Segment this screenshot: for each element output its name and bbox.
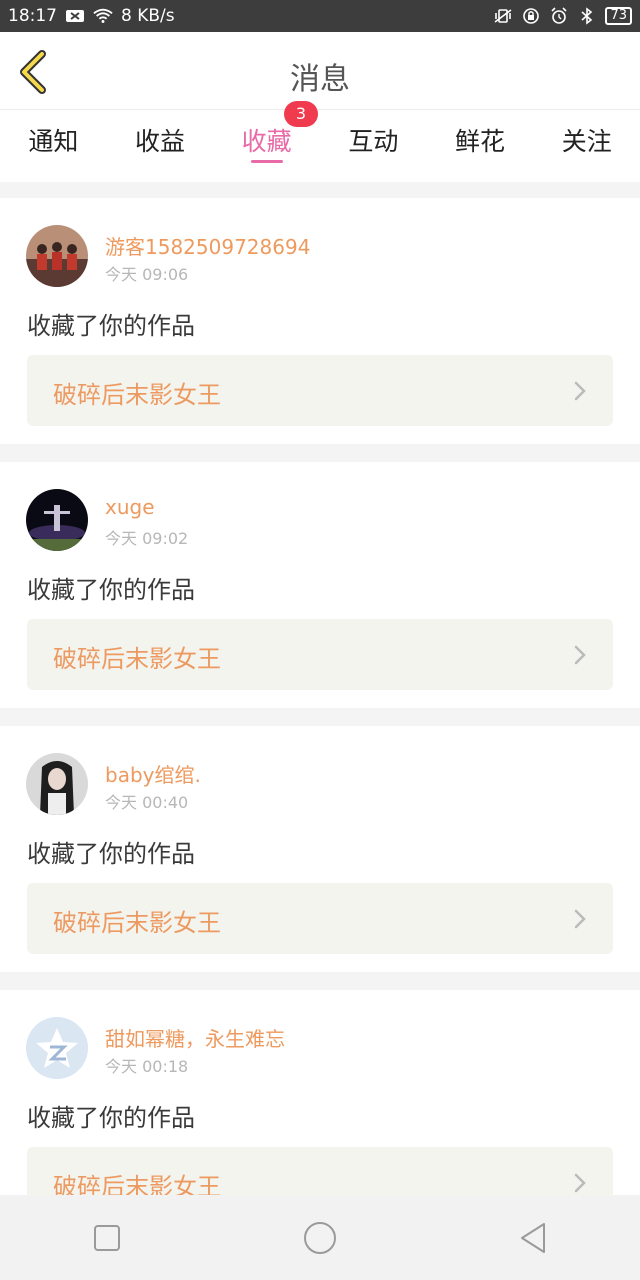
tab-flowers[interactable]: 鲜花: [427, 110, 534, 182]
page-title: 消息: [290, 62, 350, 97]
wifi-icon: [93, 8, 113, 24]
message-time: 今天 00:18: [105, 1057, 189, 1076]
message-card: baby绾绾. 今天 00:40 收藏了你的作品 破碎后末影女王: [0, 726, 640, 972]
message-action: 收藏了你的作品: [27, 840, 195, 868]
tab-notifications[interactable]: 通知: [0, 110, 107, 182]
vibrate-icon: [493, 8, 513, 24]
work-link[interactable]: 破碎后末影女王: [27, 883, 613, 954]
work-link[interactable]: 破碎后末影女王: [27, 619, 613, 690]
message-time: 今天 09:06: [105, 265, 189, 284]
message-time: 今天 00:40: [105, 793, 189, 812]
app-header: 消息: [0, 32, 640, 110]
username[interactable]: baby绾绾.: [105, 759, 201, 788]
triangle-back-icon: [521, 1222, 546, 1253]
chevron-right-icon: [574, 645, 586, 665]
tab-follows[interactable]: 关注: [533, 110, 640, 182]
chevron-right-icon: [574, 909, 586, 929]
status-time: 18:17: [8, 6, 57, 26]
tab-bar: 通知 收益 收藏 互动 鲜花 关注: [0, 110, 640, 182]
chevron-right-icon: [574, 1173, 586, 1193]
message-action: 收藏了你的作品: [27, 1104, 195, 1132]
tab-earnings[interactable]: 收益: [107, 110, 214, 182]
bluetooth-icon: [577, 7, 597, 25]
user-avatar[interactable]: [26, 753, 88, 815]
message-action: 收藏了你的作品: [27, 312, 195, 340]
tab-interactions[interactable]: 互动: [320, 110, 427, 182]
home-button[interactable]: [290, 1208, 350, 1268]
message-list: 游客1582509728694 今天 09:06 收藏了你的作品 破碎后末影女王…: [0, 198, 640, 1254]
username[interactable]: 甜如幂糖，永生难忘: [105, 1023, 285, 1052]
alarm-icon: [549, 7, 569, 24]
work-title: 破碎后末影女王: [53, 381, 221, 409]
circle-icon: [303, 1221, 336, 1254]
user-avatar[interactable]: [26, 489, 88, 551]
username[interactable]: xuge: [105, 495, 155, 519]
work-title: 破碎后末影女王: [53, 909, 221, 937]
square-icon: [93, 1224, 120, 1251]
work-link[interactable]: 破碎后末影女王: [27, 355, 613, 426]
message-time: 今天 09:02: [105, 529, 189, 548]
recent-apps-button[interactable]: [77, 1208, 137, 1268]
work-title: 破碎后末影女王: [53, 645, 221, 673]
back-nav-button[interactable]: [503, 1208, 563, 1268]
active-tab-indicator: [251, 160, 284, 163]
notification-icon: [65, 8, 85, 24]
username[interactable]: 游客1582509728694: [105, 231, 310, 260]
user-avatar[interactable]: [26, 1017, 88, 1079]
favorites-count-badge: 3: [284, 101, 318, 127]
message-card: 游客1582509728694 今天 09:06 收藏了你的作品 破碎后末影女王: [0, 198, 640, 444]
lock-rotation-icon: [521, 8, 541, 24]
user-avatar[interactable]: [26, 225, 88, 287]
message-card: xuge 今天 09:02 收藏了你的作品 破碎后末影女王: [0, 462, 640, 708]
chevron-right-icon: [574, 381, 586, 401]
system-nav-bar: [0, 1195, 640, 1280]
status-bar: 18:17 8 KB/s 73: [0, 0, 640, 32]
message-action: 收藏了你的作品: [27, 576, 195, 604]
network-speed: 8 KB/s: [121, 6, 175, 26]
battery-icon: 73: [605, 7, 632, 25]
